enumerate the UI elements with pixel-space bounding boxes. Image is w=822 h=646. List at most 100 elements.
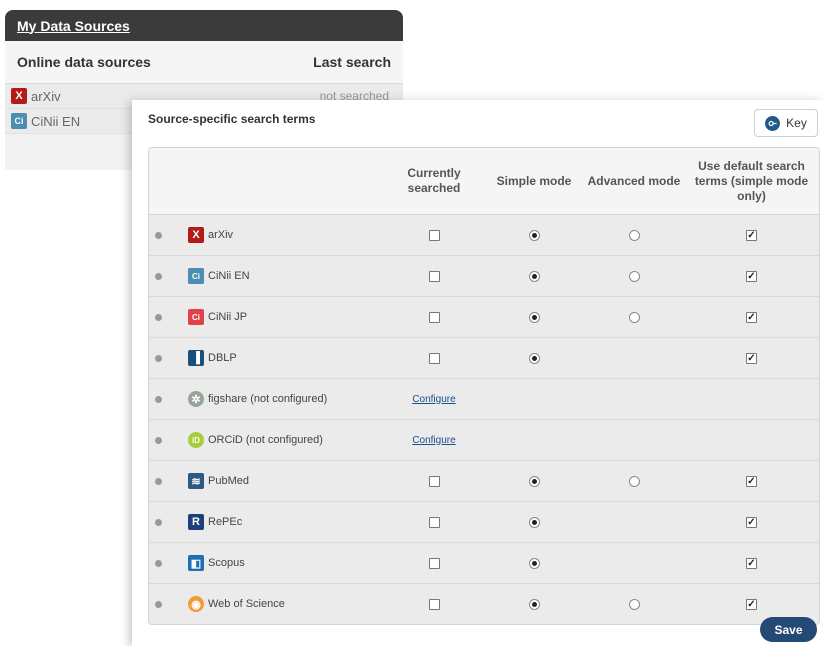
cinii-en-icon: Ci [188, 268, 204, 284]
my-data-sources-link[interactable]: My Data Sources [17, 18, 130, 34]
default-terms-checkbox[interactable] [746, 557, 757, 569]
header-advanced-mode: Advanced mode [587, 173, 681, 188]
simple-mode-cell [484, 215, 584, 255]
source-name: arXiv [208, 229, 234, 241]
currently-searched-checkbox[interactable] [428, 352, 440, 364]
currently-searched-checkbox[interactable] [428, 311, 440, 323]
source-name: PubMed [208, 475, 249, 487]
arxiv-icon: X [188, 227, 204, 243]
header-currently-searched: Currently searched [407, 166, 461, 195]
source-cell: ✲ figshare (not configured) [149, 379, 384, 419]
source-cell: Ci CiNii JP [149, 297, 384, 337]
drag-handle-icon[interactable] [155, 313, 162, 321]
advanced-mode-cell [584, 502, 684, 542]
cinii-jp-icon: Ci [188, 309, 204, 325]
default-terms-checkbox[interactable] [746, 352, 757, 364]
simple-mode-cell [484, 379, 584, 419]
drag-handle-icon[interactable] [155, 395, 162, 403]
advanced-mode-cell [584, 338, 684, 378]
default-terms-cell [684, 297, 819, 337]
key-button[interactable]: Key [754, 109, 818, 137]
table-row: XarXiv [149, 215, 819, 256]
currently-searched-checkbox[interactable] [428, 270, 440, 282]
default-terms-checkbox[interactable] [746, 475, 757, 487]
figshare-icon: ✲ [188, 391, 204, 407]
drag-handle-icon[interactable] [155, 272, 162, 280]
simple-mode-cell [484, 297, 584, 337]
key-icon [765, 115, 781, 131]
default-terms-cell [684, 543, 819, 583]
default-terms-checkbox[interactable] [746, 516, 757, 528]
simple-mode-radio[interactable] [528, 516, 540, 528]
drag-handle-icon[interactable] [155, 518, 162, 526]
simple-mode-radio[interactable] [528, 475, 540, 487]
source-cell: ▐ DBLP [149, 338, 384, 378]
advanced-mode-cell [584, 461, 684, 501]
advanced-mode-radio[interactable] [628, 270, 640, 282]
source-cell: R RePEc [149, 502, 384, 542]
drag-handle-icon[interactable] [155, 354, 162, 362]
scopus-icon: ◧ [188, 555, 204, 571]
table-row: ◧ Scopus [149, 543, 819, 584]
advanced-mode-radio[interactable] [628, 475, 640, 487]
source-cell: ≋ PubMed [149, 461, 384, 501]
header-simple-mode: Simple mode [496, 173, 572, 188]
configure-link[interactable]: Configure [412, 435, 455, 446]
advanced-mode-cell [584, 543, 684, 583]
simple-mode-radio[interactable] [528, 557, 540, 569]
drag-handle-icon[interactable] [155, 436, 162, 444]
default-terms-checkbox[interactable] [746, 311, 757, 323]
source-cell: ◉ Web of Science [149, 584, 384, 624]
default-terms-checkbox[interactable] [746, 270, 757, 282]
table-row: Ci CiNii EN [149, 256, 819, 297]
simple-mode-cell [484, 584, 584, 624]
currently-searched-checkbox[interactable] [428, 516, 440, 528]
currently-searched-checkbox[interactable] [428, 229, 440, 241]
panel-header: My Data Sources [5, 10, 403, 41]
pubmed-icon: ≋ [188, 473, 204, 489]
simple-mode-radio[interactable] [528, 270, 540, 282]
default-terms-cell [684, 420, 819, 460]
advanced-mode-radio[interactable] [628, 598, 640, 610]
simple-mode-radio[interactable] [528, 598, 540, 610]
simple-mode-radio[interactable] [528, 352, 540, 364]
advanced-mode-radio[interactable] [628, 311, 640, 323]
default-terms-cell [684, 338, 819, 378]
source-cell: ◧ Scopus [149, 543, 384, 583]
save-button[interactable]: Save [760, 617, 817, 642]
currently-searched-cell: Configure [384, 379, 484, 419]
currently-searched-cell [384, 543, 484, 583]
advanced-mode-cell [584, 215, 684, 255]
default-terms-cell [684, 256, 819, 296]
default-terms-checkbox[interactable] [746, 598, 757, 610]
currently-searched-cell [384, 584, 484, 624]
currently-searched-checkbox[interactable] [428, 598, 440, 610]
currently-searched-cell [384, 297, 484, 337]
source-cell: Ci CiNii EN [149, 256, 384, 296]
drag-handle-icon[interactable] [155, 231, 162, 239]
currently-searched-checkbox[interactable] [428, 557, 440, 569]
currently-searched-cell [384, 338, 484, 378]
source-name: CiNii EN [208, 270, 250, 282]
currently-searched-checkbox[interactable] [428, 475, 440, 487]
simple-mode-cell [484, 461, 584, 501]
advanced-mode-radio[interactable] [628, 229, 640, 241]
simple-mode-cell [484, 543, 584, 583]
simple-mode-cell [484, 420, 584, 460]
currently-searched-cell [384, 215, 484, 255]
table-row: R RePEc [149, 502, 819, 543]
panel-column-headers: Online data sources Last search [5, 41, 403, 84]
drag-handle-icon[interactable] [155, 559, 162, 567]
default-terms-checkbox[interactable] [746, 229, 757, 241]
arxiv-icon: X [11, 88, 27, 104]
table-row: ✲ figshare (not configured) Configure [149, 379, 819, 420]
web-of-science-icon: ◉ [188, 596, 204, 612]
configure-link[interactable]: Configure [412, 394, 455, 405]
advanced-mode-cell [584, 297, 684, 337]
table-body: XarXiv Ci CiNii EN Ci CiNii JP ▐ DBLP ✲ figshare… [149, 215, 819, 624]
drag-handle-icon[interactable] [155, 600, 162, 608]
simple-mode-radio[interactable] [528, 229, 540, 241]
drag-handle-icon[interactable] [155, 477, 162, 485]
simple-mode-radio[interactable] [528, 311, 540, 323]
currently-searched-cell [384, 256, 484, 296]
